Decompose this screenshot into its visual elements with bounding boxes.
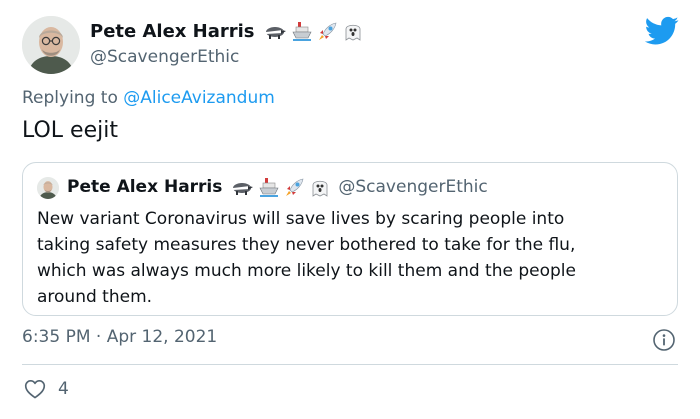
rocket-icon bbox=[318, 22, 336, 40]
ship-icon bbox=[259, 178, 279, 197]
quoted-author-handle: @ScavengerEthic bbox=[338, 177, 488, 197]
quoted-author-avatar bbox=[37, 177, 59, 199]
quoted-tweet-card[interactable]: Pete Alex Harris @ScavengerEthic New var… bbox=[22, 162, 678, 316]
ghost-icon bbox=[345, 24, 360, 41]
like-button[interactable]: 4 bbox=[24, 379, 69, 399]
quoted-header: Pete Alex Harris @ScavengerEthic bbox=[67, 176, 488, 198]
badger-icon bbox=[265, 27, 286, 39]
author-avatar[interactable] bbox=[22, 16, 80, 74]
author-name[interactable]: Pete Alex Harris bbox=[90, 21, 255, 42]
like-count: 4 bbox=[58, 379, 69, 399]
heart-outline-icon[interactable] bbox=[24, 379, 46, 399]
info-icon[interactable] bbox=[652, 328, 676, 352]
author-handle[interactable]: @ScavengerEthic bbox=[90, 47, 239, 67]
quoted-text-line: around them. bbox=[37, 287, 153, 307]
replying-to-mention-link[interactable]: @AliceAvizandum bbox=[123, 88, 275, 108]
ship-icon bbox=[292, 22, 312, 41]
author-name-row: Pete Alex Harris bbox=[90, 20, 367, 42]
tweet-timestamp[interactable]: 6:35 PM · Apr 12, 2021 bbox=[22, 327, 217, 347]
quoted-text-line: which was always much more likely to kil… bbox=[37, 261, 576, 281]
twitter-bird-icon[interactable] bbox=[645, 16, 679, 46]
badger-icon bbox=[233, 183, 254, 195]
author-emojis bbox=[263, 20, 367, 42]
quoted-text-line: New variant Coronavirus will save lives … bbox=[37, 209, 565, 229]
quoted-text-line: taking safety measures they never bother… bbox=[37, 235, 576, 255]
divider bbox=[22, 364, 678, 365]
quoted-author-name: Pete Alex Harris bbox=[67, 177, 223, 197]
quoted-tweet-text: New variant Coronavirus will save lives … bbox=[37, 206, 667, 310]
tweet-text: LOL eejit bbox=[22, 118, 118, 143]
quoted-author-emojis bbox=[230, 176, 334, 198]
replying-to: Replying to @AliceAvizandum bbox=[22, 88, 275, 108]
ghost-icon bbox=[312, 180, 328, 197]
replying-to-label: Replying to bbox=[22, 88, 118, 108]
rocket-icon bbox=[286, 178, 304, 196]
